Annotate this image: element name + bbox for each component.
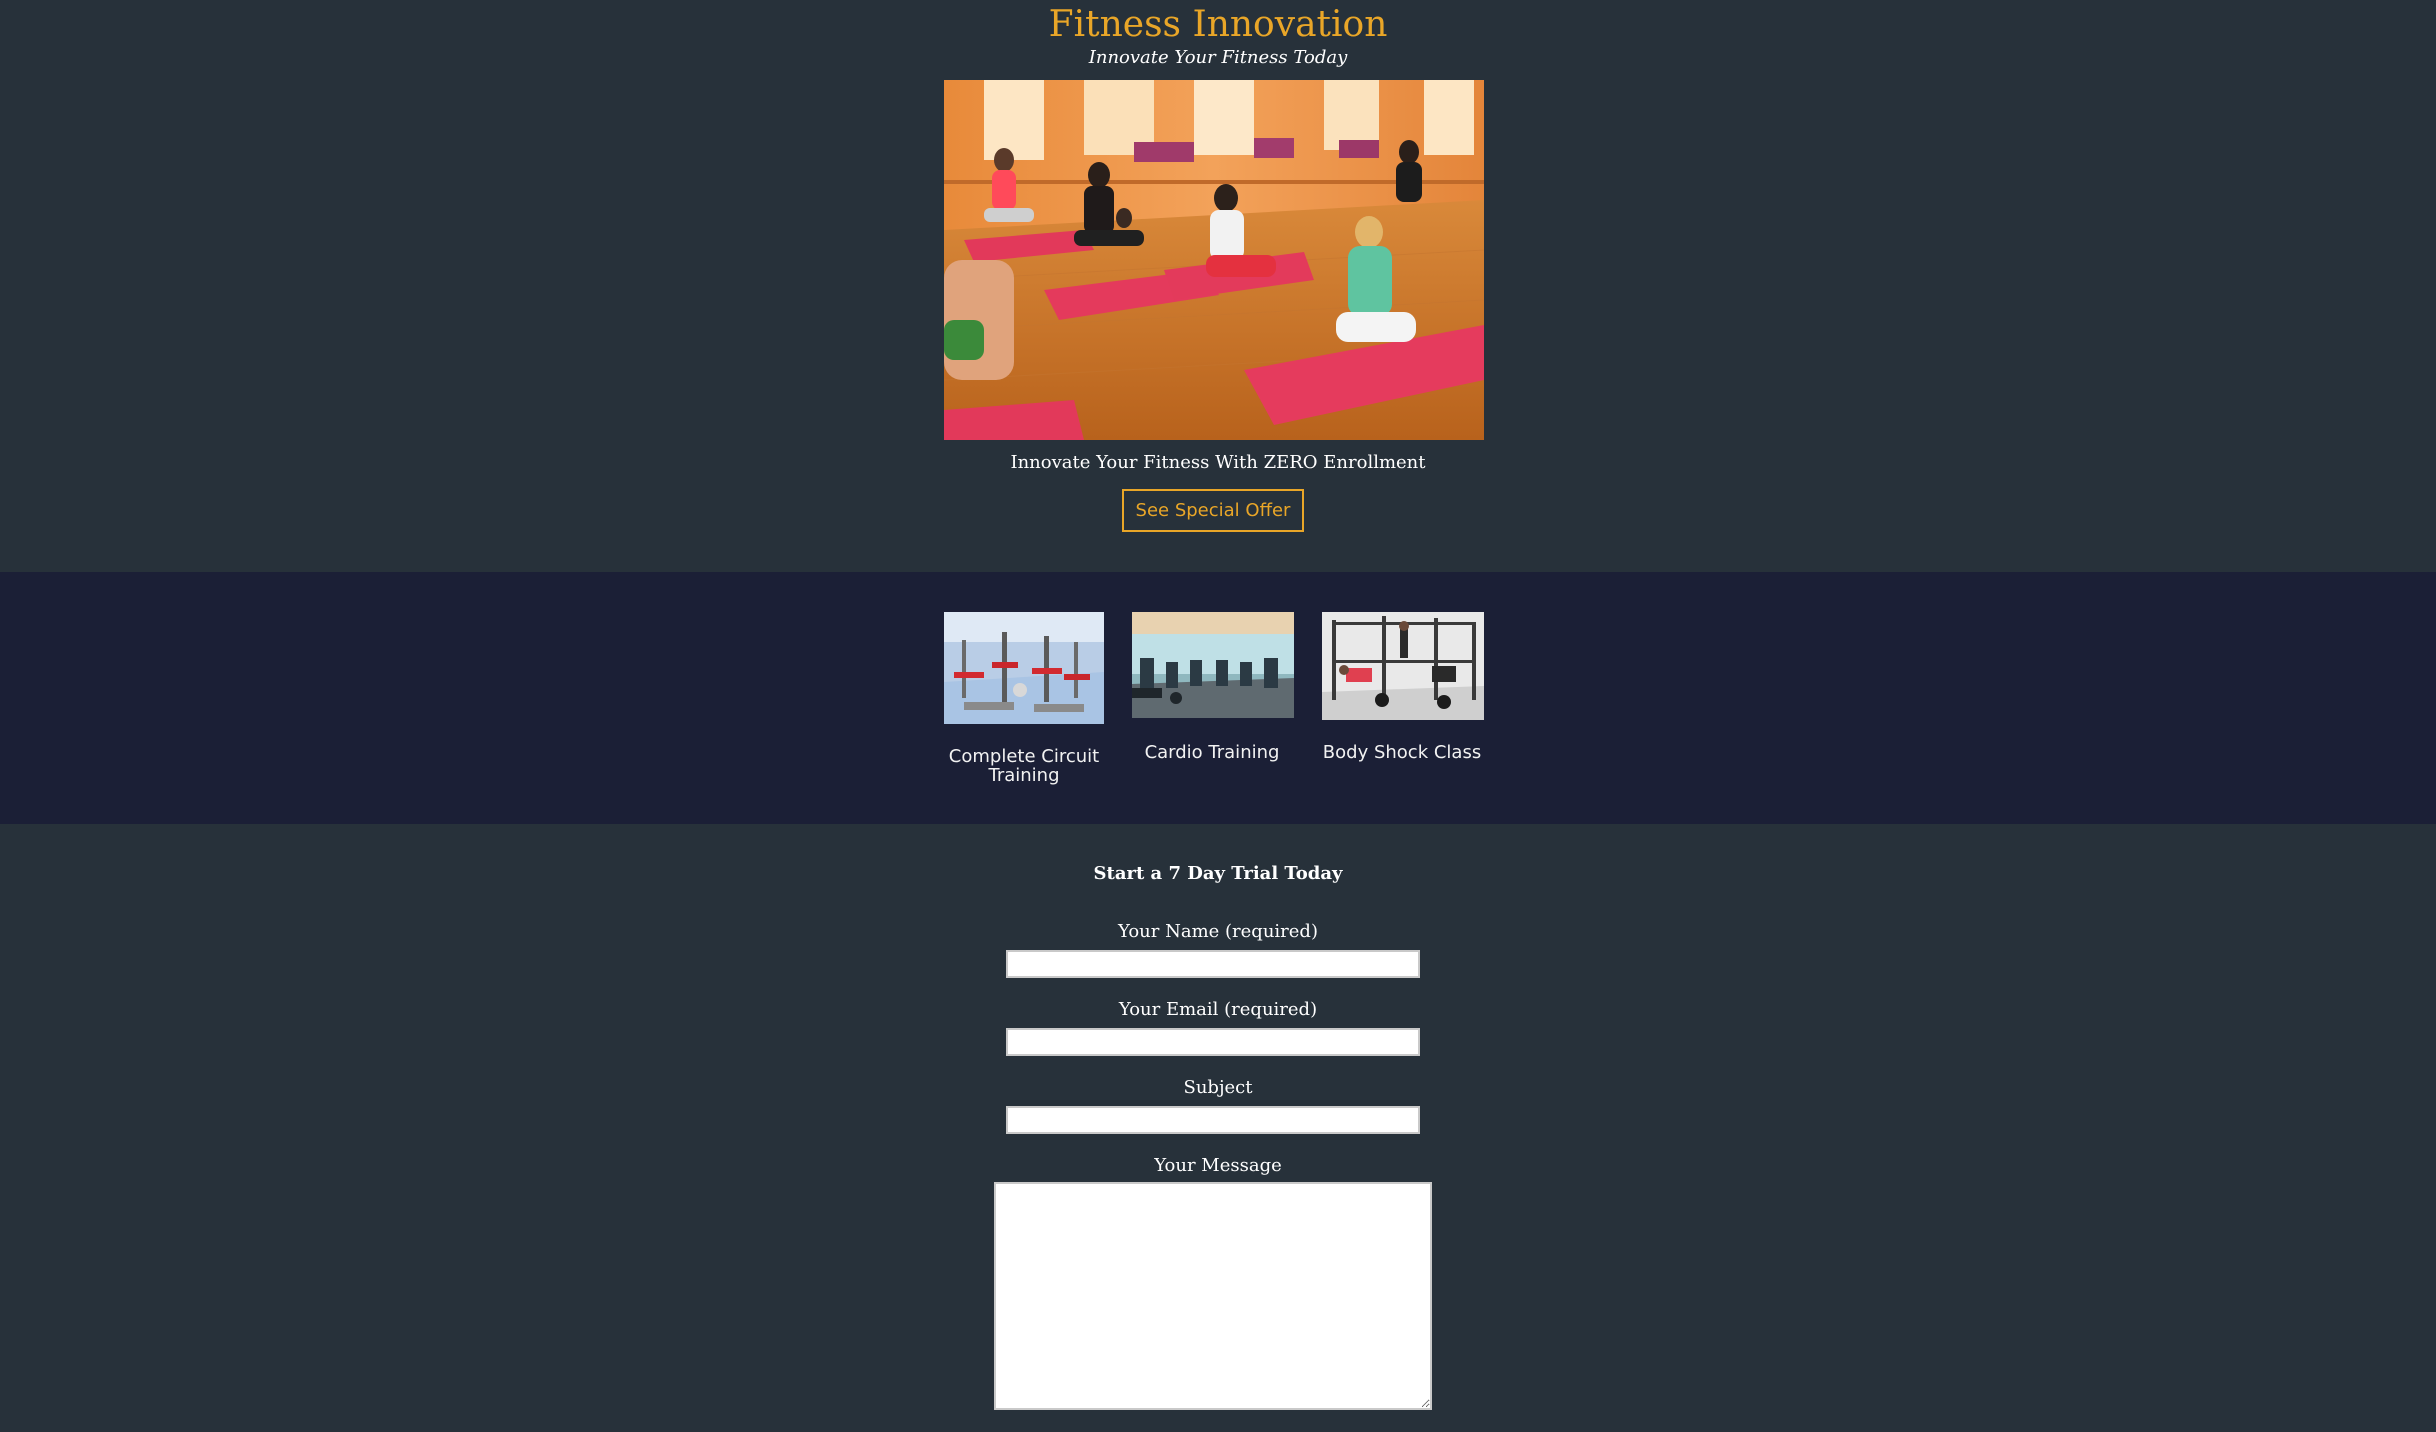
name-field[interactable] — [1006, 950, 1420, 978]
message-field-label: Your Message — [1154, 1155, 1282, 1176]
hero-image — [944, 80, 1484, 440]
class-label-cardio[interactable]: Cardio Training — [1122, 743, 1302, 762]
site-title[interactable]: Fitness Innovation — [0, 2, 2436, 48]
class-label-circuit-line2[interactable]: Training — [934, 766, 1114, 785]
trial-form-title: Start a 7 Day Trial Today — [1093, 863, 1343, 884]
site-tagline: Innovate Your Fitness Today — [1088, 47, 1348, 68]
cardio-training-image[interactable] — [1132, 612, 1294, 718]
class-label-body-shock[interactable]: Body Shock Class — [1312, 743, 1492, 762]
hero-caption: Innovate Your Fitness With ZERO Enrollme… — [1010, 452, 1426, 473]
subject-field-label: Subject — [1183, 1077, 1253, 1098]
see-special-offer-button[interactable]: See Special Offer — [1122, 489, 1304, 532]
trial-form-section: Start a 7 Day Trial Today Your Name (req… — [0, 824, 2436, 1432]
classes-section: Complete Circuit Training Cardio Trainin… — [0, 572, 2436, 824]
email-field-label: Your Email (required) — [1118, 999, 1318, 1020]
email-field[interactable] — [1006, 1028, 1420, 1056]
subject-field[interactable] — [1006, 1106, 1420, 1134]
class-label-circuit-line1[interactable]: Complete Circuit — [934, 747, 1114, 766]
name-field-label: Your Name (required) — [1118, 921, 1318, 942]
circuit-training-image[interactable] — [944, 612, 1104, 724]
body-shock-class-image[interactable] — [1322, 612, 1484, 720]
hero-section: Fitness Innovation Innovate Your Fitness… — [0, 0, 2436, 572]
message-field[interactable] — [994, 1182, 1432, 1410]
